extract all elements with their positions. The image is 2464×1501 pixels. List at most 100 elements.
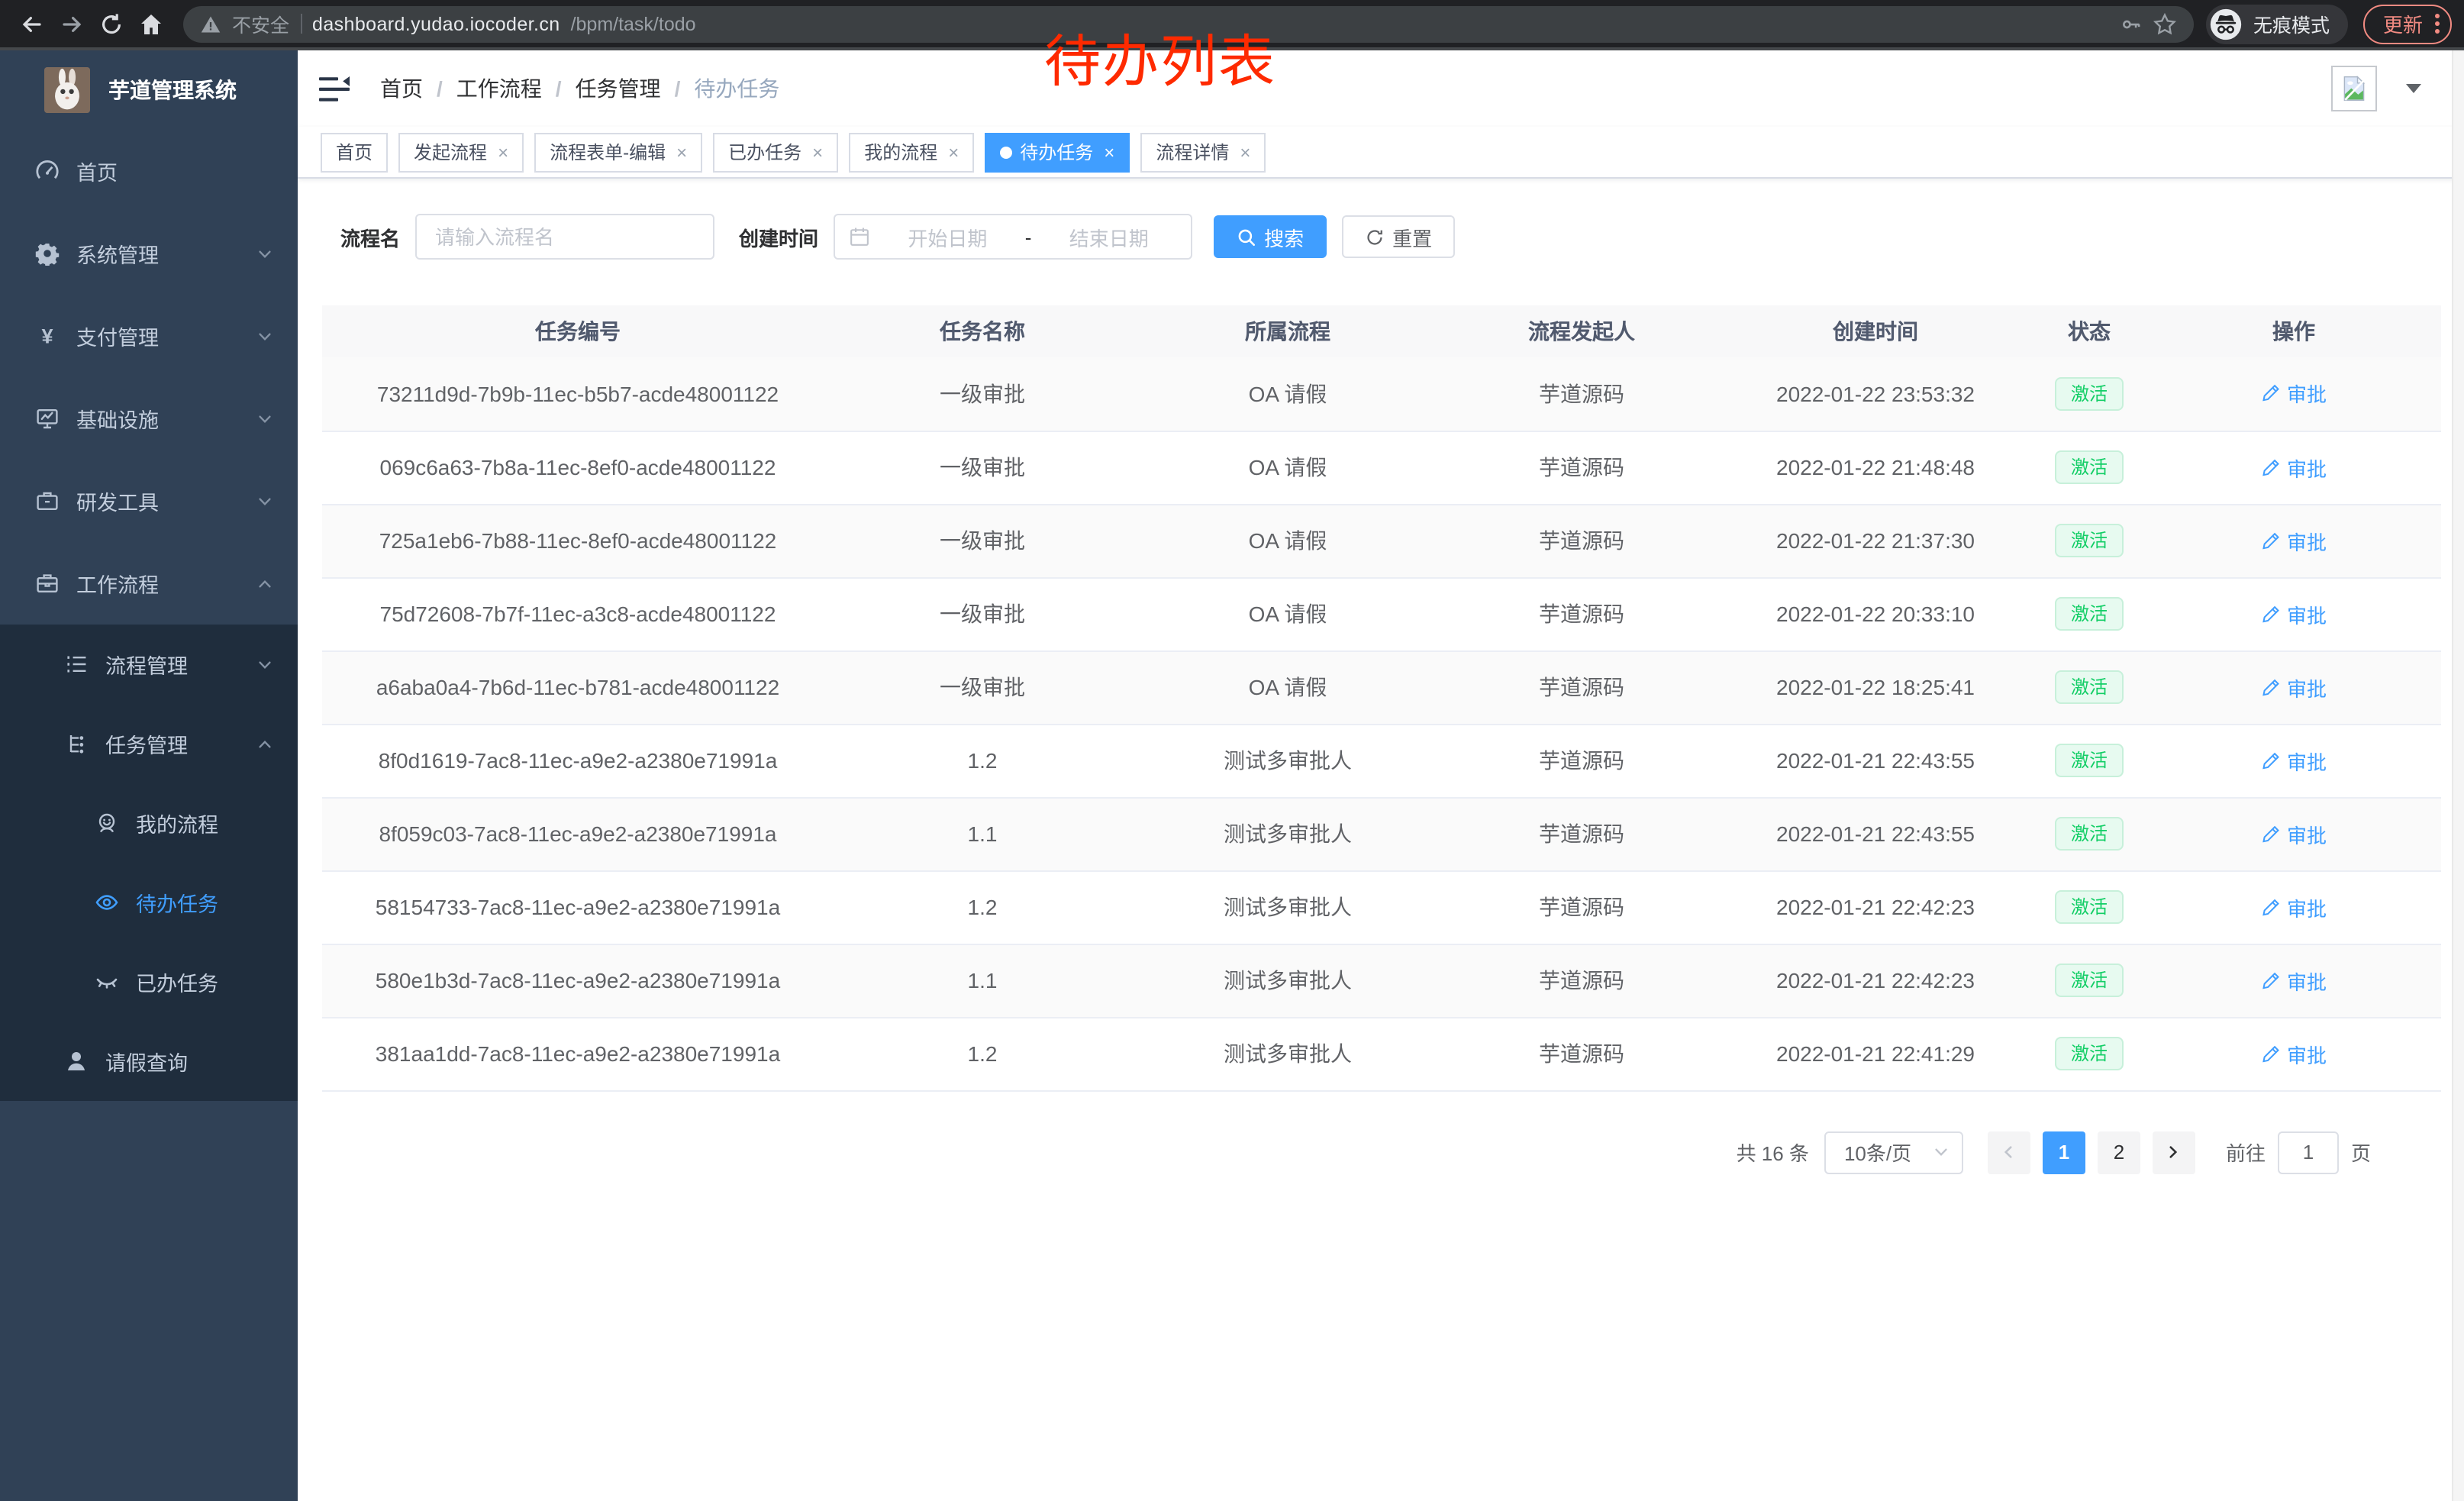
screen: 不安全 dashboard.yudao.iocoder.cn/bpm/task/… bbox=[0, 0, 2464, 1501]
view-tab[interactable]: 我的流程 × bbox=[849, 132, 974, 172]
reload-icon bbox=[99, 11, 124, 36]
prev-page-button[interactable] bbox=[1988, 1131, 2030, 1173]
sidebar-item[interactable]: 基础设施 bbox=[0, 377, 298, 460]
security-label[interactable]: 不安全 bbox=[232, 9, 289, 38]
goto-page-input[interactable] bbox=[2278, 1131, 2339, 1173]
cell-starter: 芋道源码 bbox=[1444, 724, 1719, 797]
next-page-button[interactable] bbox=[2153, 1131, 2195, 1173]
approve-link[interactable]: 审批 bbox=[2261, 1039, 2327, 1068]
tabs-bar: 首页 发起流程 × 流程表单-编辑 × 已办任务 bbox=[298, 127, 2464, 179]
sidebar-item[interactable]: 研发工具 bbox=[0, 460, 298, 542]
sidebar-subitem[interactable]: 待办任务 bbox=[0, 863, 298, 942]
sidebar-menu: 首页 系统管理 ¥ 支付管理 基础设施 bbox=[0, 130, 298, 625]
approve-link[interactable]: 审批 bbox=[2261, 893, 2327, 922]
sidebar-subitem-label: 待办任务 bbox=[136, 887, 218, 918]
approve-link[interactable]: 审批 bbox=[2261, 599, 2327, 628]
approve-link[interactable]: 审批 bbox=[2261, 379, 2327, 408]
cell-task-name: 1.2 bbox=[834, 724, 1131, 797]
tab-close-icon[interactable]: × bbox=[1240, 141, 1250, 163]
omnibox-divider bbox=[300, 14, 302, 34]
sidebar-subitem[interactable]: 已办任务 bbox=[0, 942, 298, 1022]
view-tab[interactable]: 首页 bbox=[321, 132, 388, 172]
cell-process: OA 请假 bbox=[1131, 431, 1444, 504]
page-size-select[interactable]: 10条/页 bbox=[1824, 1131, 1963, 1173]
update-label[interactable]: 更新 bbox=[2383, 9, 2423, 38]
cell-process: 测试多审批人 bbox=[1131, 1017, 1444, 1090]
scrollbar[interactable] bbox=[2452, 50, 2464, 1501]
yen-icon: ¥ bbox=[35, 324, 60, 348]
edit-icon bbox=[2261, 677, 2281, 697]
page-unit-label: 页 bbox=[2351, 1138, 2371, 1167]
view-tab[interactable]: 待办任务 × bbox=[985, 132, 1130, 172]
tab-close-icon[interactable]: × bbox=[1104, 141, 1114, 163]
chevron-down-icon bbox=[256, 492, 273, 509]
chevron-down-icon bbox=[1933, 1144, 1950, 1160]
col-task-id: 任务编号 bbox=[322, 305, 834, 357]
app-title: 芋道管理系统 bbox=[108, 75, 237, 105]
approve-link[interactable]: 审批 bbox=[2261, 673, 2327, 702]
sidebar-subitem[interactable]: 请假查询 bbox=[0, 1022, 298, 1101]
page-number-button[interactable]: 1 bbox=[2043, 1131, 2085, 1173]
approve-link[interactable]: 审批 bbox=[2261, 966, 2327, 995]
breadcrumb-item[interactable]: 任务管理/ bbox=[576, 73, 695, 104]
sidebar-item[interactable]: 系统管理 bbox=[0, 212, 298, 295]
sidebar-item[interactable]: ¥ 支付管理 bbox=[0, 295, 298, 377]
approve-link[interactable]: 审批 bbox=[2261, 526, 2327, 555]
start-date-placeholder[interactable]: 开始日期 bbox=[879, 222, 1016, 251]
sidebar-item[interactable]: 首页 bbox=[0, 130, 298, 212]
sidebar-item[interactable]: 工作流程 bbox=[0, 542, 298, 625]
cell-create-time: 2022-01-22 21:48:48 bbox=[1719, 431, 2032, 504]
avatar[interactable] bbox=[2331, 66, 2377, 111]
cell-task-id: a6aba0a4-7b6d-11ec-b781-acde48001122 bbox=[322, 650, 834, 724]
process-name-input[interactable] bbox=[415, 214, 714, 260]
avatar-caret-icon[interactable] bbox=[2406, 84, 2421, 93]
url-host[interactable]: dashboard.yudao.iocoder.cn bbox=[312, 13, 560, 34]
url-path[interactable]: /bpm/task/todo bbox=[571, 13, 696, 34]
tab-close-icon[interactable]: × bbox=[948, 141, 959, 163]
breadcrumb-item[interactable]: 工作流程/ bbox=[456, 73, 576, 104]
end-date-placeholder[interactable]: 结束日期 bbox=[1040, 222, 1177, 251]
page-content: 流程名 创建时间 开始日期 - 结束日期 搜索 bbox=[298, 179, 2464, 1501]
page-number-button[interactable]: 2 bbox=[2098, 1131, 2140, 1173]
browser-update-button[interactable]: 更新 bbox=[2363, 4, 2452, 44]
app-logo[interactable]: 芋道管理系统 bbox=[0, 50, 298, 130]
search-button[interactable]: 搜索 bbox=[1214, 215, 1327, 258]
table-row: a6aba0a4-7b6d-11ec-b781-acde48001122 一级审… bbox=[322, 650, 2441, 724]
key-icon[interactable] bbox=[2121, 13, 2142, 34]
view-tab[interactable]: 已办任务 × bbox=[713, 132, 838, 172]
date-range-picker[interactable]: 开始日期 - 结束日期 bbox=[834, 214, 1192, 260]
sidebar: 芋道管理系统 首页 系统管理 ¥ 支付管 bbox=[0, 50, 298, 1501]
breadcrumb-item[interactable]: 首页/ bbox=[380, 73, 456, 104]
dashboard-icon bbox=[35, 159, 60, 183]
bookmark-star-icon[interactable] bbox=[2153, 11, 2177, 36]
tab-close-icon[interactable]: × bbox=[812, 141, 823, 163]
tab-close-icon[interactable]: × bbox=[676, 141, 687, 163]
tab-label: 已办任务 bbox=[728, 139, 801, 165]
bunny-logo bbox=[44, 67, 90, 113]
sidebar-subitem[interactable]: 任务管理 bbox=[0, 704, 298, 783]
breadcrumb-item[interactable]: 待办任务 bbox=[694, 73, 779, 104]
refresh-icon bbox=[1365, 227, 1385, 247]
cell-starter: 芋道源码 bbox=[1444, 797, 1719, 870]
view-tab[interactable]: 流程详情 × bbox=[1140, 132, 1266, 172]
approve-link[interactable]: 审批 bbox=[2261, 453, 2327, 482]
reset-button[interactable]: 重置 bbox=[1342, 215, 1455, 258]
approve-link[interactable]: 审批 bbox=[2261, 819, 2327, 848]
view-tab[interactable]: 发起流程 × bbox=[398, 132, 524, 172]
cell-create-time: 2022-01-21 22:42:23 bbox=[1719, 944, 2032, 1017]
cell-task-id: 381aa1dd-7ac8-11ec-a9e2-a2380e71991a bbox=[322, 1017, 834, 1090]
view-tab[interactable]: 流程表单-编辑 × bbox=[534, 132, 702, 172]
gear-icon bbox=[35, 241, 60, 266]
cell-task-id: 73211d9d-7b9b-11ec-b5b7-acde48001122 bbox=[322, 357, 834, 431]
status-badge: 激活 bbox=[2056, 964, 2123, 998]
edit-icon bbox=[2261, 384, 2281, 404]
browser-menu-icon[interactable] bbox=[2435, 14, 2440, 34]
cell-create-time: 2022-01-22 18:25:41 bbox=[1719, 650, 2032, 724]
cell-create-time: 2022-01-21 22:43:55 bbox=[1719, 724, 2032, 797]
sidebar-subitem[interactable]: 我的流程 bbox=[0, 783, 298, 863]
sidebar-subitem[interactable]: 流程管理 bbox=[0, 625, 298, 704]
approve-link[interactable]: 审批 bbox=[2261, 746, 2327, 775]
sidebar-collapse-icon[interactable] bbox=[319, 76, 350, 102]
tab-close-icon[interactable]: × bbox=[498, 141, 508, 163]
back-icon bbox=[20, 11, 44, 36]
